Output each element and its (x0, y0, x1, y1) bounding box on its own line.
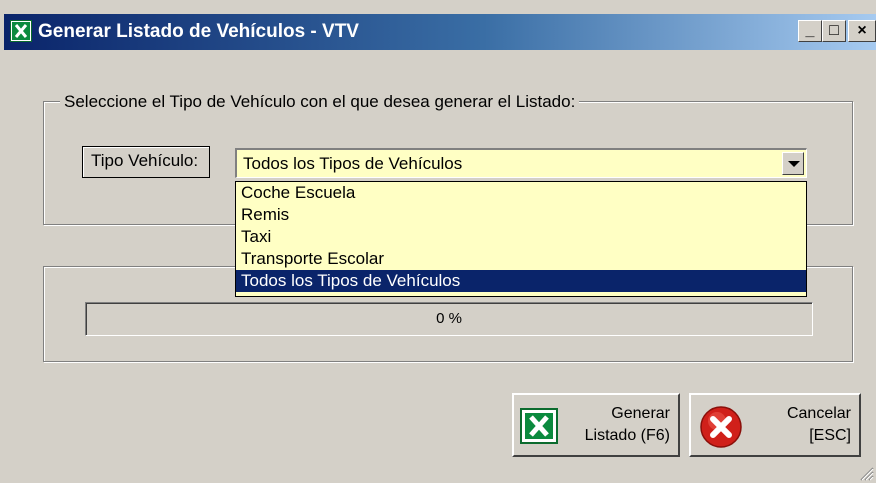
error-x-icon (699, 405, 743, 449)
excel-icon (520, 407, 560, 445)
progress-text: 0 % (436, 310, 462, 327)
close-button[interactable]: × (848, 20, 876, 42)
tipo-vehiculo-select[interactable]: Todos los Tipos de Vehículos (235, 148, 807, 178)
cancelar-label-line2: [ESC] (809, 427, 851, 444)
window-title: Generar Listado de Vehículos - VTV (38, 21, 359, 42)
cancelar-label-line1: Cancelar (786, 405, 851, 422)
tipo-vehiculo-label: Tipo Vehículo: (82, 146, 210, 178)
resize-grip-icon[interactable] (858, 465, 874, 481)
excel-icon (10, 20, 32, 42)
dropdown-option[interactable]: Taxi (236, 226, 806, 248)
title-bar[interactable]: Generar Listado de Vehículos - VTV _ □ × (4, 14, 876, 50)
dropdown-option[interactable]: Remis (236, 204, 806, 226)
cancelar-button[interactable]: Cancelar [ESC] (689, 393, 861, 457)
minimize-button[interactable]: _ (798, 20, 822, 42)
chevron-down-icon[interactable] (782, 152, 804, 175)
progress-bar: 0 % (85, 302, 813, 336)
tipo-vehiculo-dropdown[interactable]: Coche Escuela Remis Taxi Transporte Escolar… (235, 181, 807, 297)
group-legend: Seleccione el Tipo de Vehículo con el qu… (60, 92, 580, 112)
dropdown-option[interactable]: Coche Escuela (236, 182, 806, 204)
generar-label-line2: Listado (F6) (584, 427, 670, 444)
generar-listado-button[interactable]: Generar Listado (F6) (512, 393, 680, 457)
maximize-button[interactable]: □ (822, 20, 846, 42)
select-value: Todos los Tipos de Vehículos (243, 154, 463, 173)
window: Generar Listado de Vehículos - VTV _ □ ×… (0, 0, 876, 483)
generar-label-line1: Generar (611, 405, 670, 422)
dropdown-option[interactable]: Todos los Tipos de Vehículos (236, 270, 806, 292)
dropdown-option[interactable]: Transporte Escolar (236, 248, 806, 270)
